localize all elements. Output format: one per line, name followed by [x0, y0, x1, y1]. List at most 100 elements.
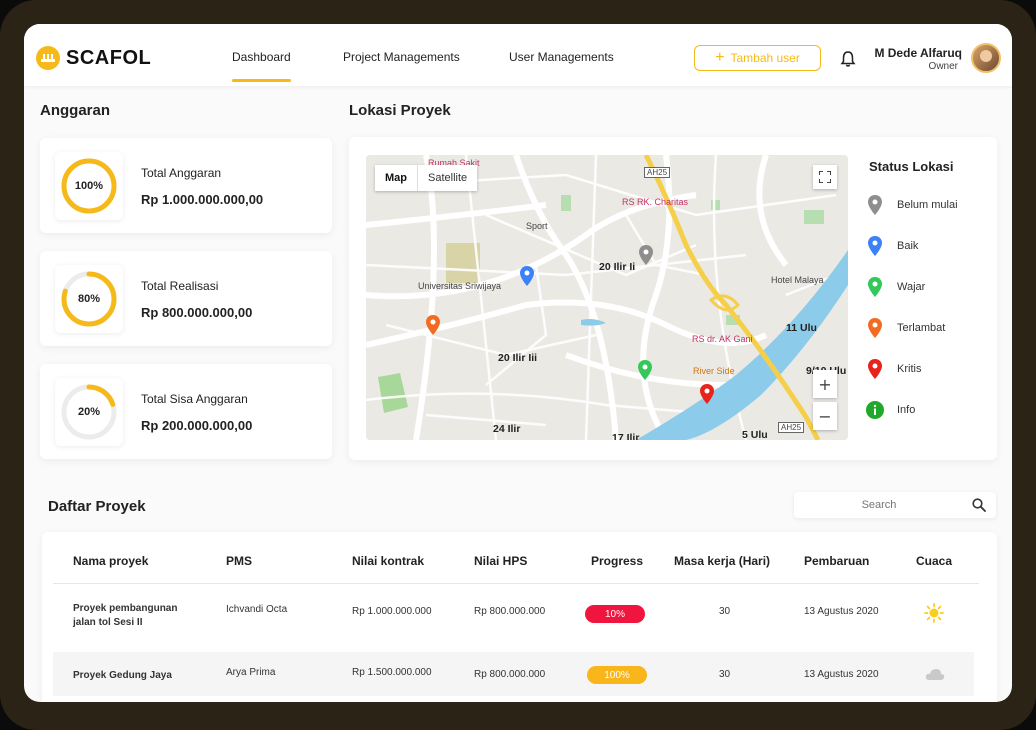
- map-road-shield: AH25: [778, 422, 805, 433]
- map-label: 17 Ilir: [612, 432, 640, 440]
- legend-label: Belum mulai: [897, 199, 958, 211]
- zoom-in-button[interactable]: +: [813, 370, 837, 398]
- column-header: Progress: [591, 554, 644, 568]
- map-label: River Side: [693, 366, 735, 376]
- nav-project-managements[interactable]: Project Managements: [343, 50, 460, 64]
- top-header: SCAFOL Dashboard Project Managements Use…: [24, 24, 1012, 86]
- map-label: Sport: [526, 221, 548, 231]
- budget-card-total: 100% Total Anggaran Rp 1.000.000.000,00: [40, 138, 332, 233]
- card-title: Total Realisasi: [141, 279, 219, 293]
- map-pin-green-icon[interactable]: [638, 360, 652, 380]
- legend-item: Baik: [865, 236, 918, 256]
- nav-user-managements[interactable]: User Managements: [509, 50, 614, 64]
- project-days: 30: [719, 669, 731, 680]
- map-pin-grey-icon[interactable]: [639, 245, 653, 265]
- fullscreen-button[interactable]: [813, 165, 837, 189]
- location-pin-icon: [868, 195, 882, 215]
- legend-item: Info: [865, 400, 915, 420]
- map-label: Hotel Malaya: [771, 275, 824, 285]
- map-label: 20 Ilir Ii: [599, 261, 636, 273]
- budget-card-remaining: 20% Total Sisa Anggaran Rp 200.000.000,0…: [40, 364, 332, 459]
- project-contract: Rp 1.500.000.000: [352, 667, 432, 678]
- progress-ring: 100%: [55, 152, 123, 220]
- ring-percent: 20%: [77, 406, 101, 418]
- card-value: Rp 1.000.000.000,00: [141, 192, 264, 207]
- legend-item: Belum mulai: [865, 195, 958, 215]
- project-hps: Rp 800.000.000: [474, 606, 546, 617]
- projects-table: Nama proyek PMS Nilai kontrak Nilai HPS …: [42, 532, 997, 702]
- search-icon[interactable]: [972, 498, 986, 512]
- minus-icon: −: [818, 406, 832, 426]
- column-header: Nama proyek: [73, 554, 149, 568]
- progress-ring: 20%: [55, 378, 123, 446]
- budget-title: Anggaran: [40, 102, 111, 119]
- table-row[interactable]: Proyek pembangunan jalan tol Sesi II Ich…: [53, 594, 974, 638]
- map-road-shield: AH25: [644, 167, 671, 178]
- project-hps: Rp 800.000.000: [474, 669, 546, 680]
- add-user-button[interactable]: + Tambah user: [694, 45, 821, 71]
- project-days: 30: [719, 606, 731, 617]
- map-canvas: [366, 155, 848, 440]
- user-name: M Dede Alfaruq: [874, 46, 962, 60]
- location-pin-icon: [868, 236, 882, 256]
- column-header: Cuaca: [916, 554, 953, 568]
- location-map[interactable]: Rumah Sakit AH25 RS RK. Charitas Sport 2…: [366, 155, 848, 440]
- map-label: RS dr. AK Gani: [692, 334, 753, 344]
- project-contract: Rp 1.000.000.000: [352, 606, 432, 617]
- project-name: Proyek Gedung Jaya: [73, 670, 172, 681]
- user-role: Owner: [928, 61, 958, 72]
- plus-icon: +: [818, 374, 832, 394]
- bell-icon[interactable]: [839, 50, 857, 68]
- logo-mark-icon: [36, 46, 60, 70]
- legend-label: Baik: [897, 240, 919, 252]
- avatar[interactable]: [971, 43, 1001, 73]
- map-label: RS RK. Charitas: [622, 197, 689, 207]
- projects-title: Daftar Proyek: [48, 498, 146, 515]
- legend-item: Wajar: [865, 277, 925, 297]
- nav-dashboard[interactable]: Dashboard: [232, 50, 291, 82]
- sun-icon: [924, 603, 944, 623]
- fullscreen-icon: [819, 171, 831, 183]
- location-pin-icon: [868, 359, 882, 379]
- add-user-label: Tambah user: [730, 51, 800, 65]
- project-updated: 13 Agustus 2020: [804, 669, 879, 680]
- header-divider: [53, 583, 979, 584]
- column-header: Pembaruan: [804, 554, 870, 568]
- map-type-toggle: Map Satellite: [375, 165, 478, 191]
- map-label: Universitas Sriwijaya: [418, 281, 502, 291]
- legend-item: Terlambat: [865, 318, 945, 338]
- column-header: Nilai kontrak: [352, 554, 425, 568]
- map-panel: Rumah Sakit AH25 RS RK. Charitas Sport 2…: [349, 137, 997, 460]
- map-pin-orange-icon[interactable]: [426, 315, 440, 335]
- column-header: Nilai HPS: [474, 554, 528, 568]
- logo[interactable]: SCAFOL: [36, 45, 151, 71]
- progress-badge: 100%: [587, 666, 647, 684]
- zoom-out-button[interactable]: −: [813, 402, 837, 430]
- map-label: 20 Ilir Iii: [498, 352, 538, 364]
- legend-title: Status Lokasi: [869, 159, 954, 174]
- progress-ring: 80%: [55, 265, 123, 333]
- legend-label: Wajar: [897, 281, 926, 293]
- table-row[interactable]: Proyek Gedung Jaya Arya Prima Rp 1.500.0…: [53, 652, 974, 696]
- cloud-icon: [925, 669, 945, 680]
- search-input[interactable]: [804, 496, 954, 514]
- map-tab-satellite[interactable]: Satellite: [418, 165, 478, 191]
- map-title: Lokasi Proyek: [349, 102, 451, 119]
- card-title: Total Anggaran: [141, 166, 222, 180]
- location-pin-icon: [868, 277, 882, 297]
- legend-label: Kritis: [897, 363, 922, 375]
- card-value: Rp 800.000.000,00: [141, 305, 253, 320]
- map-pin-red-icon[interactable]: [700, 384, 714, 404]
- legend-item: Kritis: [865, 359, 921, 379]
- project-name: Proyek pembangunan jalan tol Sesi II: [73, 603, 178, 628]
- project-updated: 13 Agustus 2020: [804, 606, 879, 617]
- app-screen: SCAFOL Dashboard Project Managements Use…: [24, 24, 1012, 702]
- search-box: [794, 492, 996, 518]
- map-pin-blue-icon[interactable]: [520, 266, 534, 286]
- ring-percent: 80%: [77, 293, 101, 305]
- map-tab-map[interactable]: Map: [375, 165, 418, 191]
- progress-badge: 10%: [585, 605, 645, 623]
- project-pms: Ichvandi Octa: [226, 604, 288, 615]
- budget-card-realization: 80% Total Realisasi Rp 800.000.000,00: [40, 251, 332, 346]
- card-title: Total Sisa Anggaran: [141, 392, 248, 406]
